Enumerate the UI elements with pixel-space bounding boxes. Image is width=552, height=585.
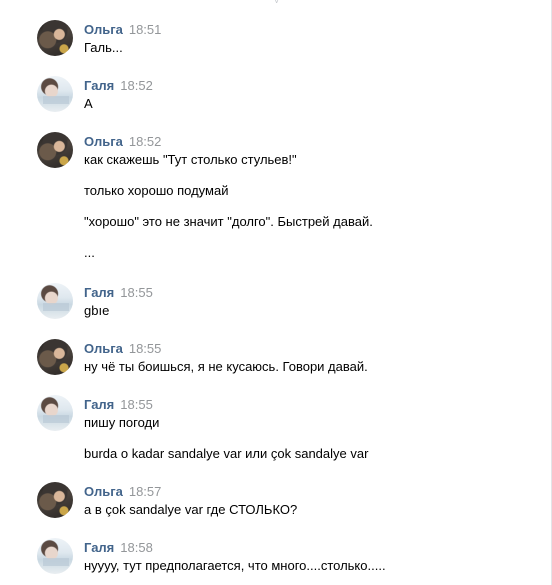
message-text: только хорошо подумай (84, 183, 229, 198)
message-item: Галя 18:55 пишу погоди burda o kadar sand… (37, 395, 537, 463)
message-text: gbıe (84, 303, 110, 318)
message-item: Ольга 18:55 ну чё ты боишься, я не кусаюс… (37, 339, 537, 375)
message-time[interactable]: 18:52 (120, 78, 153, 93)
message-text: пишу погоди (84, 415, 160, 430)
avatar[interactable] (37, 482, 73, 518)
message-header: Ольга 18:51 (84, 22, 161, 38)
message-header: Галя 18:55 (84, 285, 153, 301)
avatar[interactable] (37, 132, 73, 168)
message-item: Галя 18:55 gbıe (37, 283, 537, 319)
author-name[interactable]: Галя (84, 285, 114, 300)
avatar[interactable] (37, 76, 73, 112)
message-text: а в çok sandalye var где СТОЛЬКО? (84, 502, 298, 517)
message-text: burda o kadar sandalye var или çok sanda… (84, 446, 369, 461)
message-header: Галя 18:55 (84, 397, 153, 413)
author-name[interactable]: Ольга (84, 22, 123, 37)
message-item: Галя 18:58 нуууу, тут предполагается, что… (37, 538, 537, 574)
message-item: Галя 18:52 А (37, 76, 537, 112)
message-time[interactable]: 18:51 (129, 22, 162, 37)
message-item: Ольга 18:51 Галь... (37, 20, 537, 56)
message-text: нуууу, тут предполагается, что много....… (84, 558, 386, 573)
message-item: Ольга 18:52 как скажешь "Тут столько стул… (37, 132, 537, 262)
avatar[interactable] (37, 538, 73, 574)
message-header: Галя 18:58 (84, 540, 153, 556)
message-text: как скажешь "Тут столько стульев!" (84, 152, 297, 167)
message-time[interactable]: 18:55 (129, 341, 162, 356)
author-name[interactable]: Галя (84, 540, 114, 555)
message-text: А (84, 96, 93, 111)
message-header: Ольга 18:55 (84, 341, 161, 357)
avatar[interactable] (37, 283, 73, 319)
message-header: Ольга 18:52 (84, 134, 161, 150)
scroll-marker: ˅ (274, 0, 288, 3)
message-text: "хорошо" это не значит "долго". Быстрей … (84, 214, 373, 229)
message-header: Ольга 18:57 (84, 484, 161, 500)
message-header: Галя 18:52 (84, 78, 153, 94)
author-name[interactable]: Ольга (84, 484, 123, 499)
message-time[interactable]: 18:52 (129, 134, 162, 149)
author-name[interactable]: Галя (84, 78, 114, 93)
avatar[interactable] (37, 395, 73, 431)
message-time[interactable]: 18:55 (120, 397, 153, 412)
message-text: ну чё ты боишься, я не кусаюсь. Говори д… (84, 359, 368, 374)
message-time[interactable]: 18:57 (129, 484, 162, 499)
author-name[interactable]: Галя (84, 397, 114, 412)
message-time[interactable]: 18:58 (120, 540, 153, 555)
avatar[interactable] (37, 20, 73, 56)
author-name[interactable]: Ольга (84, 134, 123, 149)
avatar[interactable] (37, 339, 73, 375)
author-name[interactable]: Ольга (84, 341, 123, 356)
message-item: Ольга 18:57 а в çok sandalye var где СТОЛ… (37, 482, 537, 518)
message-text: ... (84, 245, 95, 260)
message-time[interactable]: 18:55 (120, 285, 153, 300)
message-text: Галь... (84, 40, 123, 55)
